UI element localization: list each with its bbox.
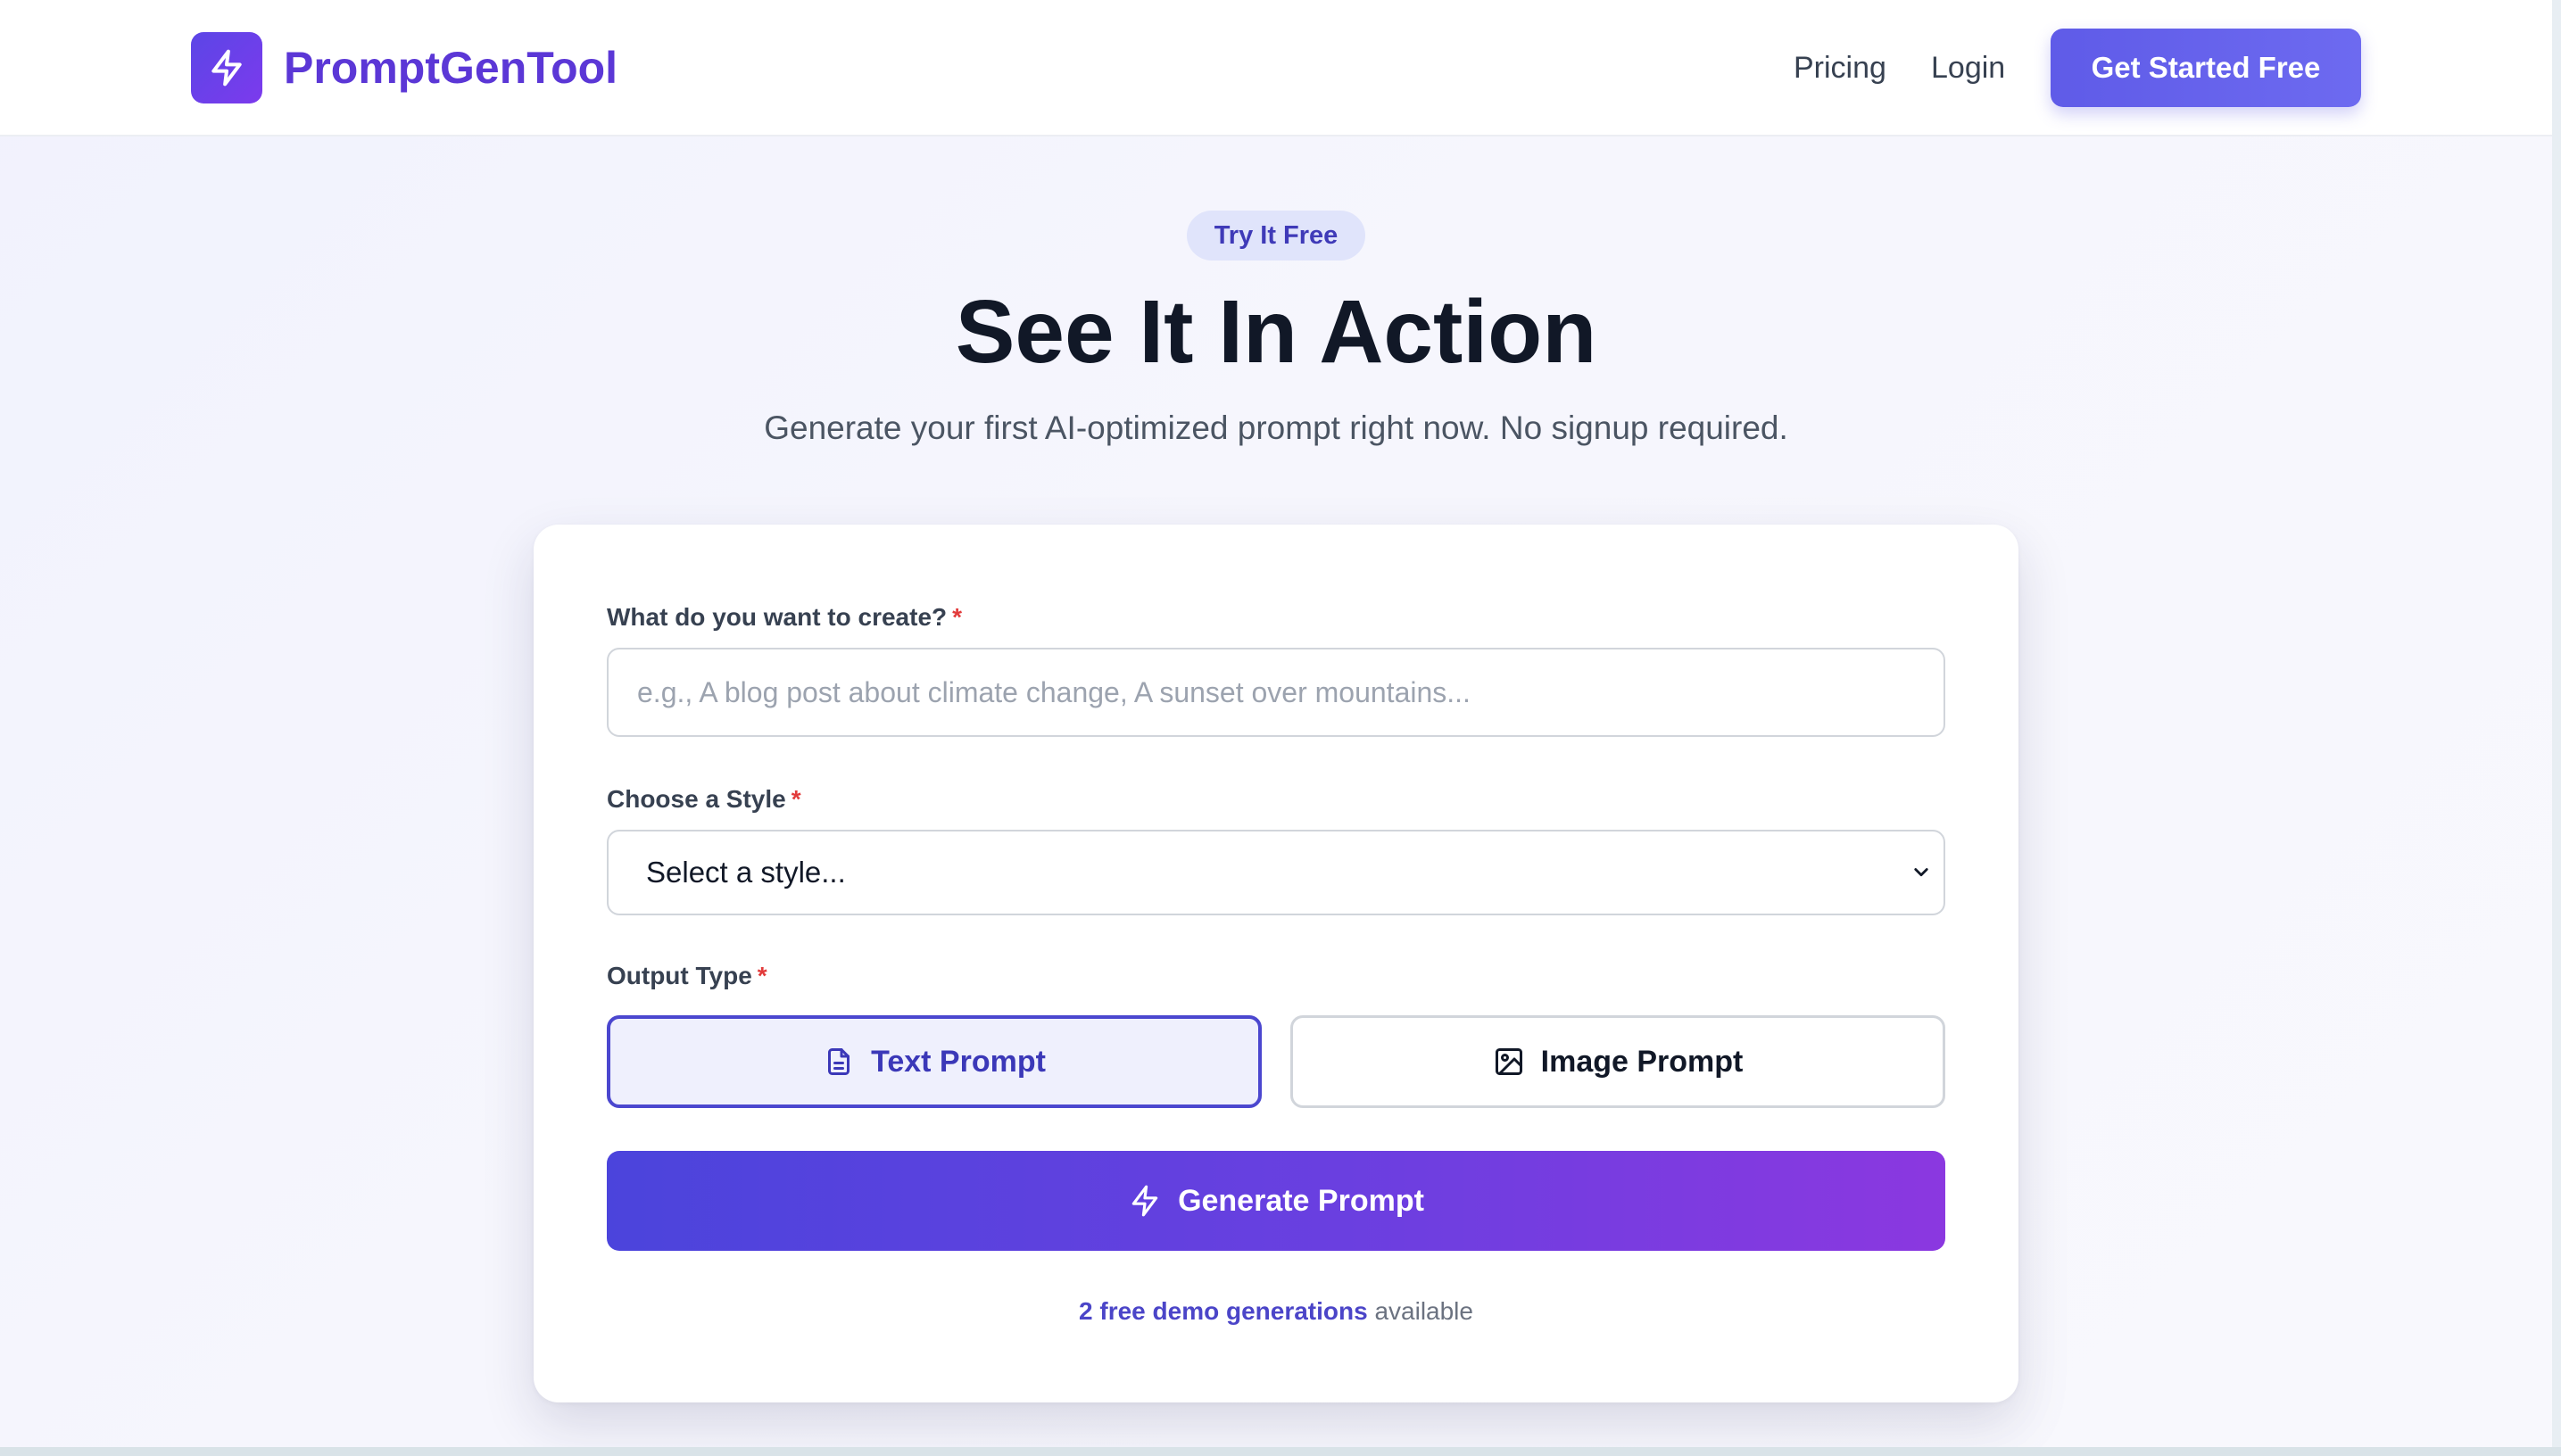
- brand-name[interactable]: PromptGenTool: [284, 39, 617, 96]
- nav-link-pricing[interactable]: Pricing: [1794, 46, 1886, 89]
- style-select[interactable]: Select a style...: [607, 830, 1945, 915]
- output-label-text: Output Type: [607, 962, 752, 989]
- create-field-label: What do you want to create? *: [607, 600, 962, 635]
- style-label-text: Choose a Style: [607, 785, 786, 813]
- vertical-scrollbar[interactable]: [2552, 0, 2561, 1456]
- lightning-bolt-icon: [211, 49, 242, 87]
- output-field-label: Output Type *: [607, 958, 767, 994]
- create-input[interactable]: [607, 648, 1945, 737]
- top-navbar: PromptGenTool Pricing Login Get Started …: [0, 0, 2552, 136]
- demo-card: What do you want to create?* Choose a St…: [534, 525, 2018, 1402]
- try-free-badge: Try It Free: [1187, 211, 1365, 261]
- hero-subtitle: Generate your first AI-optimized prompt …: [764, 410, 1788, 446]
- image-prompt-label: Image Prompt: [1540, 1044, 1744, 1079]
- window-bottom-edge: [0, 1447, 2561, 1456]
- generate-prompt-button[interactable]: Generate Prompt: [607, 1151, 1945, 1251]
- required-asterisk: *: [791, 785, 801, 813]
- text-prompt-option[interactable]: Text Prompt: [607, 1015, 1262, 1108]
- required-asterisk: *: [757, 962, 767, 989]
- demo-count-suffix: available: [1367, 1297, 1473, 1325]
- nav-link-login[interactable]: Login: [1931, 46, 2005, 89]
- lightning-bolt-icon: [1131, 1185, 1158, 1217]
- required-asterisk: *: [952, 603, 963, 631]
- style-select-value: Select a style...: [646, 856, 846, 889]
- demo-count-highlight: 2 free demo generations: [1079, 1297, 1368, 1325]
- brand-logo[interactable]: [191, 32, 262, 103]
- chevron-down-icon: [1914, 868, 1928, 877]
- image-prompt-option[interactable]: Image Prompt: [1290, 1015, 1945, 1108]
- hero-title: See It In Action: [955, 282, 1597, 382]
- generate-prompt-label: Generate Prompt: [1178, 1183, 1424, 1218]
- create-label-text: What do you want to create?: [607, 603, 948, 631]
- text-prompt-label: Text Prompt: [871, 1044, 1046, 1079]
- get-started-button[interactable]: Get Started Free: [2051, 29, 2361, 107]
- document-icon: [828, 1048, 850, 1075]
- image-icon: [1495, 1048, 1522, 1075]
- demo-generations-note: 2 free demo generations available: [534, 1294, 2018, 1329]
- browser-viewport: PromptGenTool Pricing Login Get Started …: [0, 0, 2552, 1447]
- style-field-label: Choose a Style *: [607, 782, 801, 817]
